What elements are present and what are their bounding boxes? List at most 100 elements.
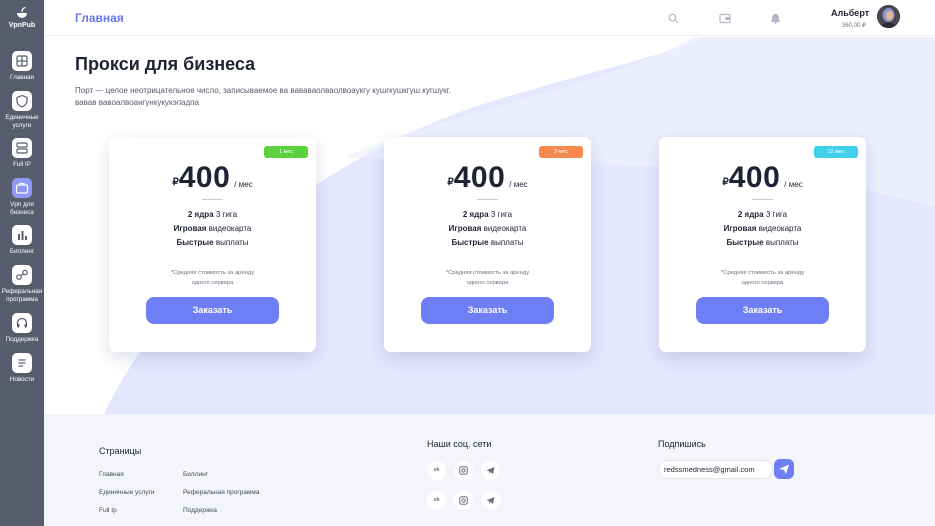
send-icon	[779, 464, 789, 474]
plan-note: *Средняя стоимость за аренду одного серв…	[109, 268, 316, 288]
sidebar: VpnPub Главная Единичные услуги Full IP …	[0, 0, 44, 526]
feature-bold: Быстрые	[176, 238, 214, 247]
feature-text: видеокарта	[756, 224, 802, 233]
search-icon[interactable]	[668, 11, 679, 29]
telegram-icon[interactable]	[481, 461, 500, 480]
feature-bold: Быстрые	[726, 238, 764, 247]
user-balance: 360,00 ₽	[842, 23, 866, 29]
divider	[202, 199, 223, 200]
feature-bold: Быстрые	[451, 238, 489, 247]
footer-link-billing[interactable]: Биллинг	[183, 471, 208, 478]
plan-badge: 3 мес	[539, 146, 583, 158]
sidebar-item-news[interactable]: Новости	[0, 353, 44, 384]
feature-bold: Игровая	[723, 224, 757, 233]
plan-feature: 2 ядра 3 гига	[109, 210, 316, 219]
plan-feature: Игровая видеокарта	[109, 224, 316, 233]
footer-link-support[interactable]: Поддержка	[183, 507, 217, 514]
headset-icon	[12, 313, 32, 333]
shield-icon	[12, 91, 32, 111]
sidebar-item-label: Vpn для бизнеса	[10, 201, 34, 216]
plan-price: ₽400/ мес	[659, 161, 866, 195]
feature-bold: 2 ядра	[462, 210, 489, 219]
sidebar-item-label: Единичные услуги	[5, 114, 39, 129]
sidebar-item-support[interactable]: Поддержка	[0, 313, 44, 344]
price-amount: 400	[453, 161, 506, 194]
note-line: *Средняя стоимость за аренду	[720, 270, 805, 276]
plan-card: 3 мес ₽400/ мес 2 ядра 3 гига Игровая ви…	[384, 137, 591, 352]
order-button[interactable]: Заказать	[696, 297, 829, 324]
plan-card: 12 мес ₽400/ мес 2 ядра 3 гига Игровая в…	[659, 137, 866, 352]
footer-link-single-services[interactable]: Единичные услуги	[99, 489, 155, 496]
plan-note: *Средняя стоимость за аренду одного серв…	[384, 268, 591, 288]
instagram-icon[interactable]	[454, 491, 473, 510]
feature-text: выплаты	[488, 238, 524, 247]
user-name[interactable]: Альберт	[831, 8, 869, 18]
avatar[interactable]	[877, 5, 900, 28]
footer-pages-title: Страницы	[99, 446, 142, 456]
plan-feature: Быстрые выплаты	[109, 238, 316, 247]
wallet-icon[interactable]	[719, 11, 731, 29]
instagram-icon[interactable]	[454, 461, 473, 480]
brand[interactable]: VpnPub	[0, 6, 44, 29]
plan-feature: 2 ядра 3 гига	[659, 210, 866, 219]
footer-subscribe-title: Подпишись	[658, 439, 706, 449]
divider	[477, 199, 498, 200]
plan-feature: Игровая видеокарта	[659, 224, 866, 233]
vk-icon[interactable]: vk	[427, 461, 446, 480]
plan-badge: 12 мес	[814, 146, 858, 158]
bar-chart-icon	[12, 225, 32, 245]
feature-text: 3 гига	[763, 210, 788, 219]
footer-link-referral[interactable]: Реферальная программа	[183, 489, 259, 496]
sidebar-item-label: Full IP	[13, 161, 31, 168]
sidebar-item-billing[interactable]: Биллинг	[0, 225, 44, 256]
bell-icon[interactable]	[770, 11, 781, 29]
footer-link-full-ip[interactable]: Full Ip	[99, 507, 117, 514]
telegram-icon[interactable]	[481, 491, 500, 510]
footer: Страницы Главная Единичные услуги Full I…	[44, 414, 935, 526]
footer-social-title: Наши соц. сети	[427, 439, 492, 449]
email-field[interactable]	[658, 460, 773, 479]
brand-name: VpnPub	[8, 22, 36, 29]
plan-price: ₽400/ мес	[384, 161, 591, 195]
sidebar-item-label: Поддержка	[5, 336, 39, 343]
price-period: / мес	[509, 180, 528, 189]
sidebar-item-label: Биллинг	[9, 248, 35, 255]
server-icon	[12, 138, 32, 158]
header-title: Главная	[75, 11, 124, 25]
feature-text: выплаты	[763, 238, 799, 247]
grid-icon	[12, 51, 32, 71]
feature-bold: 2 ядра	[737, 210, 764, 219]
feature-bold: Игровая	[173, 224, 207, 233]
sidebar-item-single-services[interactable]: Единичные услуги	[0, 91, 44, 129]
note-line: *Средняя стоимость за аренду	[445, 270, 530, 276]
vk-icon[interactable]: vk	[427, 491, 446, 510]
sidebar-item-referral[interactable]: Реферальная программа	[0, 265, 44, 303]
order-button[interactable]: Заказать	[421, 297, 554, 324]
note-line: *Средняя стоимость за аренду	[170, 270, 255, 276]
sidebar-item-label: Новости	[9, 376, 35, 383]
feature-bold: 2 ядра	[187, 210, 214, 219]
feature-text: видеокарта	[206, 224, 252, 233]
page-description: Порт — целое неотрицательное число, запи…	[75, 85, 515, 109]
sidebar-item-vpn-business[interactable]: Vpn для бизнеса	[0, 178, 44, 216]
feature-bold: Игровая	[448, 224, 482, 233]
logo-icon	[17, 6, 27, 18]
description-line: вавав вавоалвоангункукукэпадпа	[75, 98, 199, 107]
feature-text: 3 гига	[213, 210, 238, 219]
sidebar-item-label: Реферальная программа	[1, 288, 43, 303]
feature-text: выплаты	[213, 238, 249, 247]
note-line: одного сервера	[466, 280, 509, 286]
sidebar-item-full-ip[interactable]: Full IP	[0, 138, 44, 169]
footer-link-home[interactable]: Главная	[99, 471, 124, 478]
send-button[interactable]	[774, 459, 794, 479]
briefcase-icon	[12, 178, 32, 198]
price-amount: 400	[178, 161, 231, 194]
main-content: Прокси для бизнеса Порт — целое неотрица…	[44, 37, 935, 414]
description-line: Порт — целое неотрицательное число, запи…	[75, 86, 451, 95]
order-button[interactable]: Заказать	[146, 297, 279, 324]
sidebar-item-home[interactable]: Главная	[0, 51, 44, 82]
plan-feature: Быстрые выплаты	[384, 238, 591, 247]
price-amount: 400	[728, 161, 781, 194]
plan-feature: Быстрые выплаты	[659, 238, 866, 247]
divider	[752, 199, 773, 200]
